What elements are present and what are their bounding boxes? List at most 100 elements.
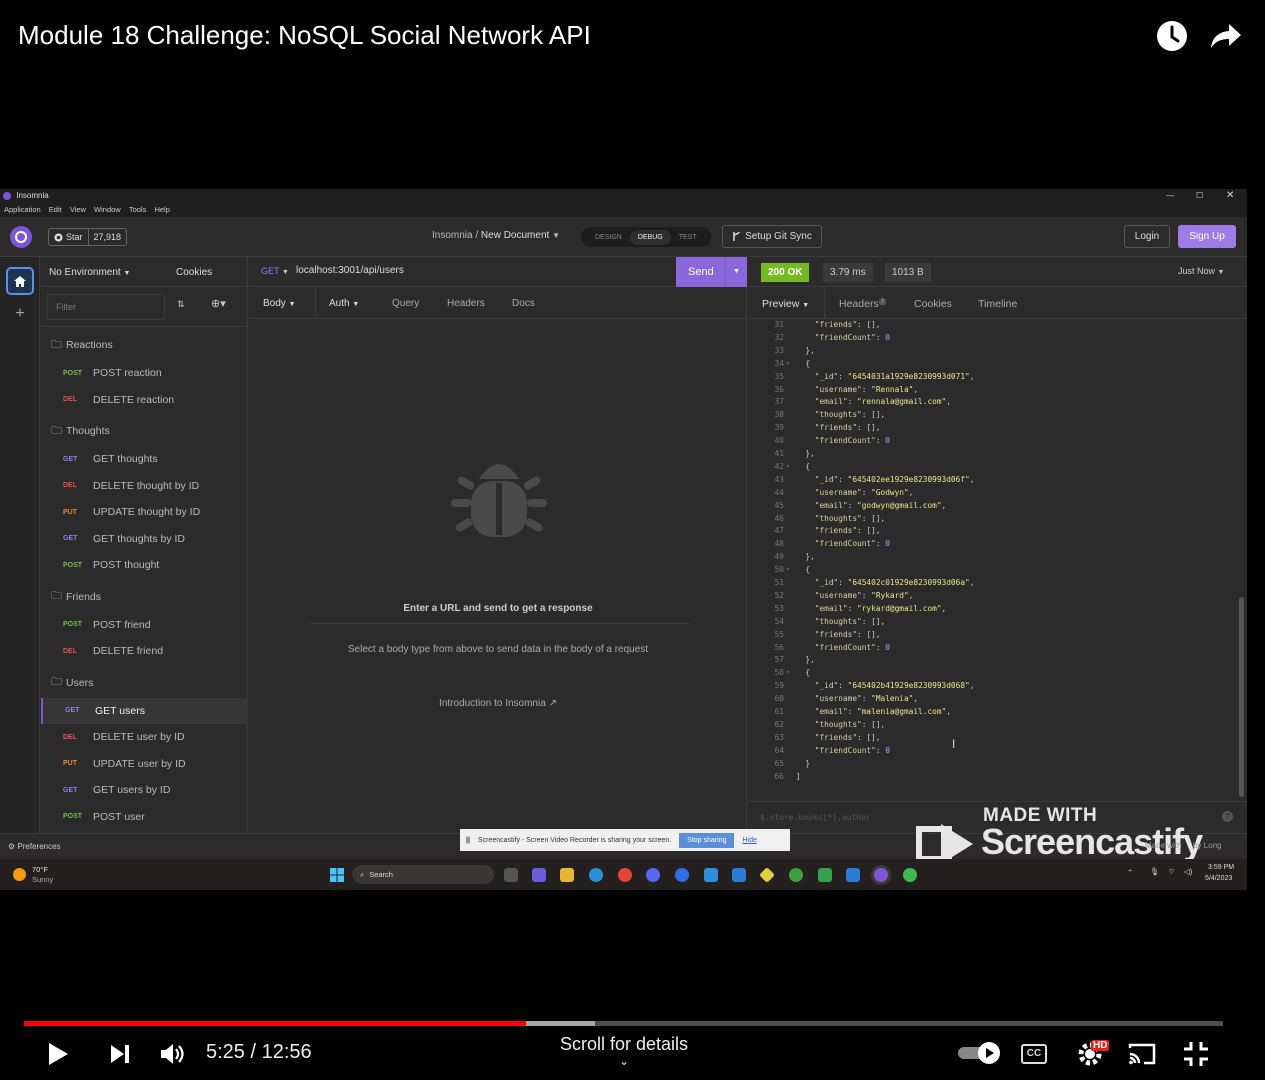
mongodb-icon[interactable] — [903, 868, 917, 882]
progress-bar[interactable] — [24, 1021, 1223, 1026]
send-button[interactable]: Send ▼ — [676, 257, 747, 287]
xbox-icon[interactable] — [789, 868, 803, 882]
volume-icon[interactable]: ◁) — [1184, 867, 1192, 876]
response-body[interactable]: 31 "friends": [], 32 "friendCount": 0 33 }… — [748, 319, 1238, 801]
url-input[interactable]: localhost:3001/api/users — [296, 265, 404, 276]
tab-docs[interactable]: Docs — [512, 298, 535, 309]
send-options-dropdown[interactable]: ▼ — [725, 257, 747, 287]
play-button[interactable] — [38, 1034, 78, 1074]
close-window-button[interactable]: ✕ — [1226, 189, 1234, 203]
chrome-icon[interactable] — [618, 868, 632, 882]
exit-fullscreen-button[interactable] — [1176, 1034, 1216, 1074]
tab-timeline[interactable]: Timeline — [978, 298, 1017, 310]
fold-arrow-icon[interactable]: ▾ — [786, 564, 790, 577]
add-icon[interactable]: + — [0, 305, 40, 323]
setup-git-sync-button[interactable]: Setup Git Sync — [722, 225, 822, 248]
autoplay-toggle[interactable] — [958, 1042, 1000, 1064]
cast-button[interactable] — [1122, 1034, 1162, 1074]
fold-arrow-icon[interactable]: ▾ — [786, 667, 790, 680]
share-button[interactable] — [1206, 16, 1246, 56]
git-icon[interactable] — [759, 867, 775, 883]
tab-design[interactable]: DESIGN — [587, 230, 630, 245]
login-button[interactable]: Login — [1124, 225, 1170, 248]
file-explorer-icon[interactable] — [560, 868, 574, 882]
edge-icon[interactable] — [589, 868, 603, 882]
insomnia-logo[interactable] — [10, 226, 32, 248]
calendar-icon[interactable] — [732, 868, 746, 882]
folder-2[interactable]: 🗀 Friends — [41, 584, 248, 610]
video-frame[interactable]: Insomnia — ☐ ✕ Application Edit View Win… — [0, 189, 1247, 890]
clock-time[interactable]: 3:59 PM — [1208, 864, 1234, 871]
menu-help[interactable]: Help — [154, 205, 169, 214]
vscode-icon[interactable] — [846, 868, 860, 882]
tab-test[interactable]: TEST — [671, 230, 705, 245]
taskbar-search[interactable]: ⌕ Search — [352, 865, 494, 884]
folder-3[interactable]: 🗀 Users — [41, 670, 248, 696]
weather-temp[interactable]: 70°F — [32, 865, 48, 874]
menu-window[interactable]: Window — [94, 205, 121, 214]
sidebar-filter-input[interactable] — [47, 294, 165, 320]
microphone-icon[interactable]: 🎙 — [1150, 867, 1160, 876]
sidebar-request-item[interactable]: POST POST user — [41, 804, 248, 830]
tab-cookies[interactable]: Cookies — [914, 298, 952, 310]
sidebar-request-item[interactable]: DEL DELETE friend — [41, 638, 248, 664]
zoom-icon[interactable] — [675, 868, 689, 882]
menu-tools[interactable]: Tools — [129, 205, 147, 214]
task-view-icon[interactable] — [504, 868, 518, 882]
tab-auth[interactable]: Auth ▼ — [329, 298, 359, 309]
document-dropdown[interactable]: New Document — [481, 230, 549, 241]
tab-response-headers[interactable]: Headers 7 — [839, 298, 887, 310]
sidebar-request-item[interactable]: GET GET thoughts by ID — [41, 526, 248, 552]
response-scrollbar[interactable] — [1239, 597, 1244, 797]
tab-headers[interactable]: Headers — [447, 298, 485, 309]
introduction-link[interactable]: Introduction to Insomnia ↗ — [249, 698, 747, 709]
sidebar-request-item[interactable]: DEL DELETE thought by ID — [41, 473, 248, 499]
home-button[interactable] — [6, 267, 34, 295]
fold-arrow-icon[interactable]: ▾ — [786, 358, 790, 371]
history-dropdown[interactable]: Just Now ▼ — [1178, 266, 1224, 276]
menu-edit[interactable]: Edit — [49, 205, 62, 214]
sidebar-request-item[interactable]: GET GET users by ID — [41, 777, 248, 803]
tab-query[interactable]: Query — [392, 298, 419, 309]
breadcrumb-root[interactable]: Insomnia — [432, 230, 473, 241]
video-title[interactable]: Module 18 Challenge: NoSQL Social Networ… — [18, 20, 591, 51]
stop-sharing-button[interactable]: Stop sharing — [679, 832, 735, 848]
response-filter-input[interactable]: $.store.books[*].author — [760, 813, 871, 822]
tab-body[interactable]: Body ▼ — [263, 298, 296, 309]
tab-preview[interactable]: Preview ▼ — [762, 298, 809, 310]
sidebar-request-item[interactable]: GET GET thoughts — [41, 446, 248, 472]
sidebar-request-item[interactable]: DEL DELETE reaction — [41, 387, 248, 413]
environment-dropdown[interactable]: No Environment ▼ — [49, 267, 130, 278]
sidebar-request-item[interactable]: PUT UPDATE thought by ID — [41, 499, 248, 525]
menu-application[interactable]: Application — [4, 205, 41, 214]
maximize-button[interactable]: ☐ — [1196, 189, 1203, 203]
teams-icon[interactable] — [532, 868, 546, 882]
cookies-button[interactable]: Cookies — [176, 267, 212, 278]
sidebar-request-item[interactable]: DEL DELETE user by ID — [41, 724, 248, 750]
discord-icon[interactable] — [646, 868, 660, 882]
sidebar-request-item[interactable]: PUT UPDATE user by ID — [41, 751, 248, 777]
sidebar-request-item[interactable]: POST POST reaction — [41, 360, 248, 386]
next-button[interactable] — [100, 1034, 140, 1074]
captions-button[interactable]: CC — [1014, 1034, 1054, 1074]
folder-0[interactable]: 🗀 Reactions — [41, 332, 248, 358]
sort-icon[interactable]: ⇅ — [177, 299, 185, 310]
menu-view[interactable]: View — [70, 205, 86, 214]
wifi-icon[interactable]: ⌔ — [1168, 867, 1175, 877]
scroll-for-details[interactable]: Scroll for details ⌄ — [540, 1034, 708, 1067]
insomnia-taskbar-icon[interactable] — [874, 868, 888, 882]
clock-date[interactable]: 5/4/2023 — [1205, 875, 1232, 882]
terminal-icon[interactable] — [818, 868, 832, 882]
tab-debug[interactable]: DEBUG — [629, 229, 671, 245]
signup-button[interactable]: Sign Up — [1178, 225, 1236, 248]
sidebar-request-item[interactable]: POST POST friend — [41, 612, 248, 638]
windows-start-icon[interactable] — [330, 868, 344, 882]
method-dropdown[interactable]: GET ▼ — [261, 266, 289, 276]
minimize-button[interactable]: — — [1166, 189, 1174, 203]
sidebar-request-item[interactable]: GET GET users — [41, 697, 248, 724]
preferences-button[interactable]: ⚙ Preferences — [8, 842, 61, 851]
settings-button[interactable]: HD — [1070, 1034, 1110, 1074]
volume-button[interactable] — [153, 1034, 193, 1074]
folder-1[interactable]: 🗀 Thoughts — [41, 418, 248, 444]
sidebar-request-item[interactable]: POST POST thought — [41, 552, 248, 578]
